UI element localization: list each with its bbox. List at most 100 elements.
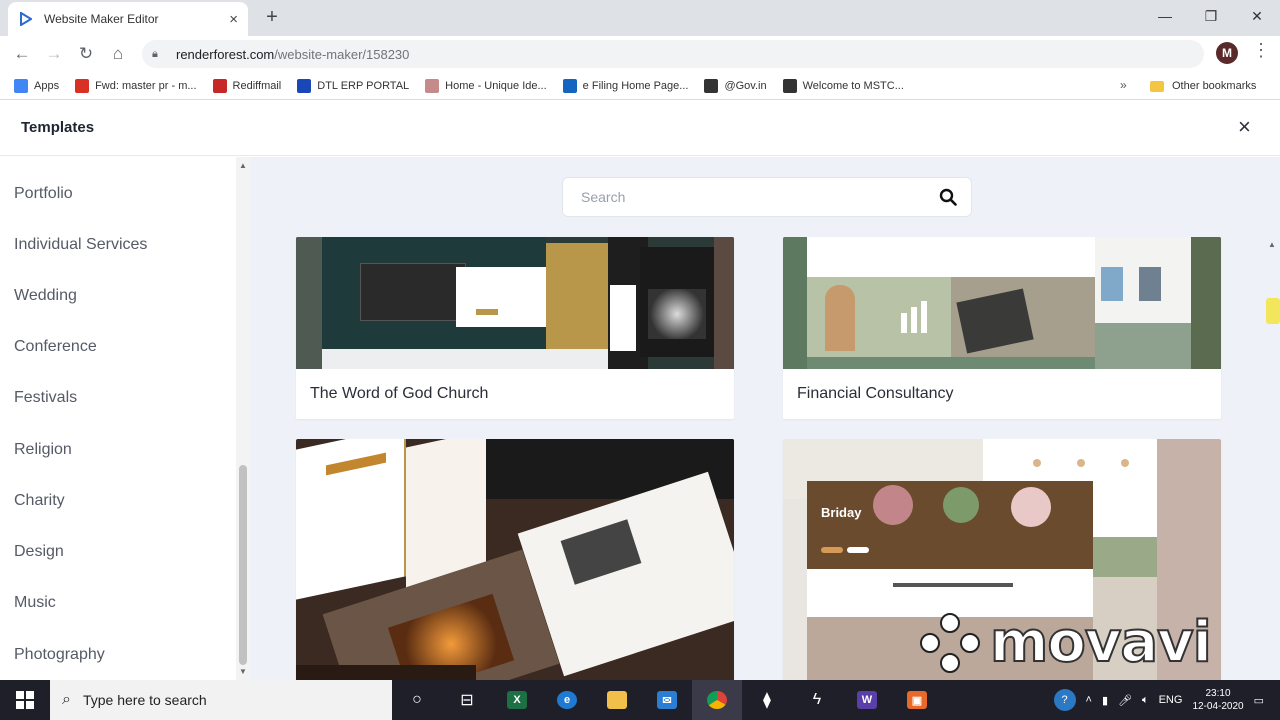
movavi-logo-icon xyxy=(920,612,980,673)
bookmark-label: Rediffmail xyxy=(232,79,282,92)
close-window-icon[interactable]: ✕ xyxy=(1234,0,1280,32)
bookmarks-bar: Apps Fwd: master pr - m... Rediffmail DTL E… xyxy=(0,72,1280,100)
task-view-icon[interactable]: ⊟ xyxy=(442,680,492,720)
bookmark-item[interactable]: DTL ERP PORTAL xyxy=(297,78,409,93)
folder-icon xyxy=(1150,80,1164,92)
scroll-down-arrow-icon[interactable]: ▼ xyxy=(239,667,247,676)
sidebar-scrollbar[interactable]: ▲ ▼ xyxy=(236,157,250,680)
app-w-icon[interactable]: W xyxy=(842,680,892,720)
category-item[interactable]: Charity xyxy=(14,492,65,510)
new-tab-button[interactable]: + xyxy=(260,6,284,30)
category-item[interactable]: Festivals xyxy=(14,389,77,407)
restore-window-icon[interactable]: ❐ xyxy=(1188,0,1234,32)
restaurant-template-preview xyxy=(296,439,734,680)
template-grid-area: The Word of God Church Financial Consult… xyxy=(250,157,1280,680)
mail-icon[interactable]: ✉ xyxy=(642,680,692,720)
category-item[interactable]: Portfolio xyxy=(14,185,73,203)
url-path: /website-maker/158230 xyxy=(274,46,410,62)
excel-icon[interactable]: X xyxy=(492,680,542,720)
scroll-up-arrow-icon[interactable]: ▲ xyxy=(239,161,247,170)
bookmark-item[interactable]: Home - Unique Ide... xyxy=(425,78,547,93)
template-card-title: Financial Consultancy xyxy=(797,385,954,402)
clock[interactable]: 23:10 12-04-2020 xyxy=(1192,687,1243,713)
bookmark-label: Welcome to MSTC... xyxy=(802,79,904,92)
bookmark-label: e Filing Home Page... xyxy=(582,79,689,92)
movavi-watermark: movavi xyxy=(920,609,1213,676)
taskbar-search[interactable]: ⌕ Type here to search xyxy=(50,680,392,720)
templates-header: Templates × xyxy=(0,100,1280,156)
category-item[interactable]: Music xyxy=(14,594,56,612)
church-template-preview xyxy=(296,237,734,369)
search-input[interactable] xyxy=(581,189,911,205)
language-indicator[interactable]: ENG xyxy=(1159,694,1183,706)
template-card-restaurant[interactable] xyxy=(296,439,734,680)
category-item[interactable]: Design xyxy=(14,543,64,561)
bookmark-label: Home - Unique Ide... xyxy=(445,79,547,92)
home-icon[interactable]: ⌂ xyxy=(102,38,134,70)
category-item[interactable]: Wedding xyxy=(14,287,77,305)
reload-icon[interactable]: ↻ xyxy=(70,38,102,70)
bookmark-label: @Gov.in xyxy=(724,79,767,92)
category-item[interactable]: Religion xyxy=(14,441,72,459)
tab-title: Website Maker Editor xyxy=(44,12,159,26)
bookmark-item[interactable]: Apps xyxy=(14,78,59,93)
apps-grid-icon xyxy=(14,78,28,93)
rediff-icon xyxy=(212,78,227,93)
bookmark-item[interactable]: @Gov.in xyxy=(704,78,767,93)
cursor-highlight xyxy=(1266,298,1280,324)
search-icon[interactable] xyxy=(939,188,957,206)
cortana-icon[interactable]: ○ xyxy=(392,680,442,720)
system-tray: ? ˄ ▮ 🎤︎ 🔈︎ ENG 23:10 12-04-2020 ▭ xyxy=(1053,680,1264,720)
help-icon[interactable]: ? xyxy=(1053,689,1076,711)
bookmark-item[interactable]: Welcome to MSTC... xyxy=(782,78,904,93)
taskbar-search-placeholder: Type here to search xyxy=(82,692,207,708)
windows-start-icon[interactable] xyxy=(0,680,50,720)
notifications-icon[interactable]: ▭ xyxy=(1254,694,1264,707)
more-bookmarks-chevron-icon[interactable]: » xyxy=(1120,78,1127,92)
gmail-icon xyxy=(75,78,90,93)
category-item[interactable]: Conference xyxy=(14,338,97,356)
browser-tab-strip: Website Maker Editor × + — ❐ ✕ xyxy=(0,0,1280,36)
other-bookmarks[interactable]: Other bookmarks xyxy=(1150,72,1256,100)
bridal-brand-text: Briday xyxy=(821,505,862,520)
clock-date: 12-04-2020 xyxy=(1192,701,1244,712)
minimize-window-icon[interactable]: — xyxy=(1142,0,1188,32)
other-bookmarks-label: Other bookmarks xyxy=(1172,80,1257,92)
efiling-icon xyxy=(562,78,577,93)
financial-template-preview xyxy=(783,237,1221,369)
category-item[interactable]: Photography xyxy=(14,646,105,664)
bookmark-item[interactable]: Fwd: master pr - m... xyxy=(75,78,197,93)
winamp-icon[interactable]: ϟ xyxy=(792,680,842,720)
scroll-up-arrow-icon[interactable]: ▲ xyxy=(1268,240,1276,249)
chrome-icon[interactable] xyxy=(692,680,742,720)
bookmark-item[interactable]: Rediffmail xyxy=(212,78,282,93)
close-templates-icon[interactable]: × xyxy=(1238,114,1251,140)
bookmark-item[interactable]: e Filing Home Page... xyxy=(562,78,689,93)
sidebar-scroll-thumb[interactable] xyxy=(239,465,247,665)
microphone-icon[interactable]: 🎤︎ xyxy=(1118,694,1132,707)
back-arrow-icon[interactable]: ← xyxy=(6,38,38,70)
search-icon: ⌕ xyxy=(62,691,71,708)
tray-chevron-icon[interactable]: ˄ xyxy=(1086,694,1092,706)
volume-icon[interactable]: 🔈︎ xyxy=(1142,694,1149,707)
file-explorer-icon[interactable] xyxy=(592,680,642,720)
address-bar[interactable]: 🔒︎ renderforest.com/website-maker/158230… xyxy=(142,40,1204,68)
browser-menu-icon[interactable]: ⋮ xyxy=(1252,40,1270,61)
category-item[interactable]: Individual Services xyxy=(14,236,147,254)
battery-icon[interactable]: ▮ xyxy=(1102,694,1108,707)
renderforest-favicon-icon xyxy=(18,11,34,27)
dropbox-icon[interactable]: ⧫ xyxy=(742,680,792,720)
forward-arrow-icon[interactable]: → xyxy=(38,38,70,70)
internet-explorer-icon[interactable]: e xyxy=(542,680,592,720)
category-sidebar: Portfolio Individual Services Wedding Confe… xyxy=(0,157,250,680)
template-card-financial[interactable]: Financial Consultancy xyxy=(783,237,1221,419)
lock-icon: 🔒︎ xyxy=(152,47,158,60)
browser-tab[interactable]: Website Maker Editor × xyxy=(8,2,248,36)
browser-toolbar: ← → ↻ ⌂ 🔒︎ renderforest.com/website-make… xyxy=(0,36,1280,72)
recorder-app-icon[interactable]: ▣ xyxy=(892,680,942,720)
home-site-icon xyxy=(425,78,440,93)
template-card-church[interactable]: The Word of God Church xyxy=(296,237,734,419)
globe-icon xyxy=(704,78,719,93)
profile-avatar[interactable]: M xyxy=(1216,42,1238,64)
tab-close-icon[interactable]: × xyxy=(229,11,238,28)
